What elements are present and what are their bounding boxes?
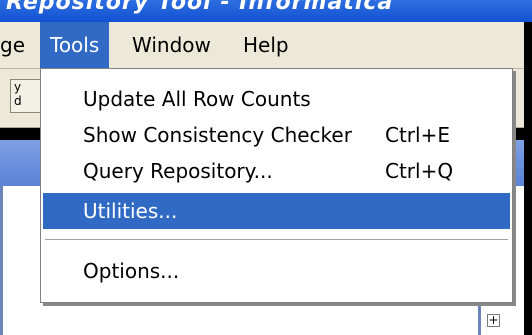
menu-option-label: Utilities... xyxy=(83,199,178,223)
tools-dropdown-menu: Update All Row Counts Show Consistency C… xyxy=(40,68,513,303)
menu-option-label: Query Repository... xyxy=(83,159,273,183)
menu-option-query-repository[interactable]: Query Repository... Ctrl+Q xyxy=(43,153,510,189)
menu-separator xyxy=(45,239,508,241)
window-title: Repository Tool - Informatica xyxy=(6,0,394,15)
tree-expander-icon[interactable]: + xyxy=(487,314,500,327)
menu-item-partial[interactable]: ge xyxy=(0,22,35,68)
toolbar-button[interactable]: y d xyxy=(10,79,42,113)
title-bar: Repository Tool - Informatica xyxy=(0,0,532,22)
menu-option-options[interactable]: Options... xyxy=(43,253,510,289)
menu-help[interactable]: Help xyxy=(233,22,299,68)
menu-option-utilities[interactable]: Utilities... xyxy=(43,193,510,229)
menu-tools[interactable]: Tools xyxy=(40,22,110,68)
menu-bar: ge Tools Window Help xyxy=(0,22,524,69)
menu-option-label: Update All Row Counts xyxy=(83,87,311,111)
menu-option-label: Show Consistency Checker xyxy=(83,123,352,147)
menu-option-update-row-counts[interactable]: Update All Row Counts xyxy=(43,81,510,117)
menu-option-label: Options... xyxy=(83,259,180,283)
menu-window[interactable]: Window xyxy=(122,22,221,68)
menu-option-shortcut: Ctrl+E xyxy=(385,123,450,147)
window-edge xyxy=(524,22,532,335)
menu-option-shortcut: Ctrl+Q xyxy=(385,159,454,183)
menu-option-consistency-checker[interactable]: Show Consistency Checker Ctrl+E xyxy=(43,117,510,153)
